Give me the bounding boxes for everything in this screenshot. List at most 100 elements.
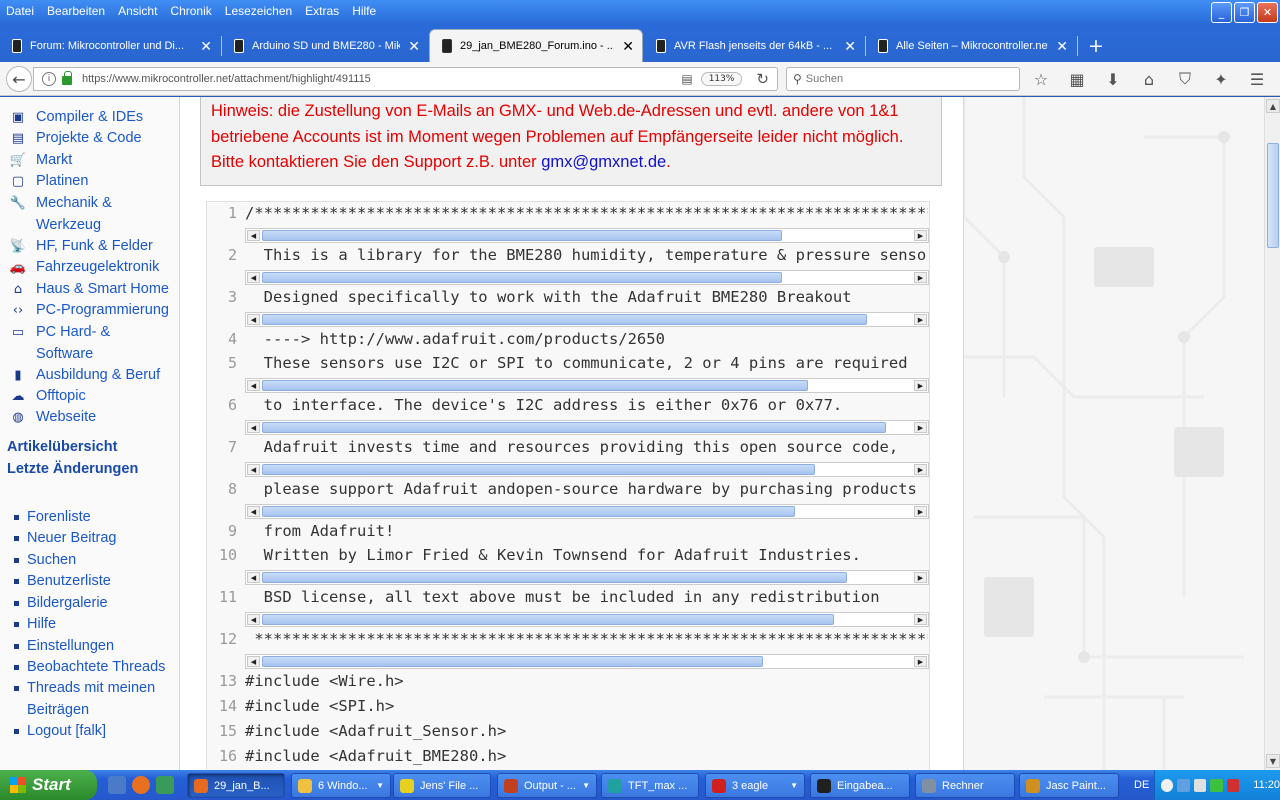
- menu-item-hilfe[interactable]: Hilfe: [352, 4, 376, 18]
- taskbar-button[interactable]: TFT_max ...: [601, 773, 699, 798]
- scroll-right-arrow[interactable]: ▶: [914, 272, 927, 283]
- tray-wifi-icon[interactable]: [1210, 778, 1223, 792]
- taskbar-button[interactable]: Jasc Paint...: [1019, 773, 1119, 798]
- scroll-thumb[interactable]: [262, 380, 808, 391]
- scroll-left-arrow[interactable]: ◀: [247, 464, 260, 475]
- scroll-right-arrow[interactable]: ▶: [914, 614, 927, 625]
- forum-link[interactable]: Neuer Beitrag: [14, 528, 116, 550]
- sidebar-item[interactable]: ☁ Offtopic: [8, 386, 86, 408]
- scroll-thumb[interactable]: [262, 314, 867, 325]
- clock[interactable]: 11:20: [1253, 779, 1280, 791]
- info-icon[interactable]: i: [42, 72, 56, 86]
- search-input[interactable]: [805, 73, 1006, 85]
- scroll-left-arrow[interactable]: ◀: [247, 314, 260, 325]
- search-bar[interactable]: ⚲: [786, 67, 1020, 91]
- browser-tab[interactable]: Arduino SD und BME280 - Mik... ✕: [222, 30, 430, 62]
- code-horizontal-scrollbar[interactable]: ◀ ▶: [245, 654, 929, 669]
- menu-item-chronik[interactable]: Chronik: [170, 4, 211, 18]
- code-horizontal-scrollbar[interactable]: ◀ ▶: [245, 420, 929, 435]
- taskbar-button[interactable]: 3 eagle ▼: [705, 773, 805, 798]
- quick-launch-app-icon[interactable]: [156, 776, 174, 794]
- scroll-left-arrow[interactable]: ◀: [247, 422, 260, 433]
- browser-tab[interactable]: Forum: Mikrocontroller und Di... ✕: [0, 30, 222, 62]
- hamburger-menu-icon[interactable]: ☰: [1246, 67, 1268, 91]
- code-horizontal-scrollbar[interactable]: ◀ ▶: [245, 378, 929, 393]
- code-horizontal-scrollbar[interactable]: ◀ ▶: [245, 462, 929, 477]
- forum-link[interactable]: Einstellungen: [14, 636, 114, 658]
- scroll-right-arrow[interactable]: ▶: [914, 464, 927, 475]
- scroll-thumb[interactable]: [262, 656, 763, 667]
- sidebar-item[interactable]: ‹› PC-Programmierung: [8, 300, 169, 322]
- scroll-left-arrow[interactable]: ◀: [247, 230, 260, 241]
- tab-close-icon[interactable]: ✕: [200, 38, 212, 55]
- page-vertical-scrollbar[interactable]: ▲ ▼: [1264, 97, 1280, 770]
- sidebar-item[interactable]: 🛒 Markt: [8, 150, 72, 172]
- reader-view-icon[interactable]: ▤: [681, 72, 692, 86]
- url-bar[interactable]: i https://www.mikrocontroller.net/attach…: [33, 67, 778, 91]
- forum-link[interactable]: Benutzerliste: [14, 571, 111, 593]
- sidebar-link[interactable]: Letzte Änderungen: [7, 461, 138, 477]
- sidebar-item[interactable]: ◍ Webseite: [8, 407, 96, 429]
- library-icon[interactable]: ▦: [1066, 67, 1088, 91]
- sidebar-item[interactable]: ▢ Platinen: [8, 171, 89, 193]
- sidebar-item[interactable]: ▣ Compiler & IDEs: [8, 107, 143, 129]
- reload-icon[interactable]: ↻: [756, 70, 769, 88]
- menu-item-ansicht[interactable]: Ansicht: [118, 4, 157, 18]
- sidebar-item[interactable]: ▭ PC Hard- & Software: [8, 322, 110, 365]
- code-horizontal-scrollbar[interactable]: ◀ ▶: [245, 504, 929, 519]
- firefox-icon[interactable]: [132, 776, 150, 794]
- scroll-right-arrow[interactable]: ▶: [914, 380, 927, 391]
- menu-item-datei[interactable]: Datei: [6, 4, 34, 18]
- scroll-thumb[interactable]: [262, 230, 782, 241]
- scroll-thumb[interactable]: [262, 506, 795, 517]
- scroll-thumb[interactable]: [262, 614, 834, 625]
- tray-security-icon[interactable]: [1226, 778, 1240, 792]
- url-text[interactable]: https://www.mikrocontroller.net/attachme…: [82, 73, 681, 85]
- taskbar-button[interactable]: Output - ... ▼: [497, 773, 597, 798]
- code-horizontal-scrollbar[interactable]: ◀ ▶: [245, 270, 929, 285]
- tray-volume-icon[interactable]: [1193, 778, 1207, 792]
- start-button[interactable]: Start: [0, 770, 97, 800]
- scroll-left-arrow[interactable]: ◀: [247, 380, 260, 391]
- extension-icon[interactable]: ✦: [1210, 67, 1232, 91]
- sidebar-item[interactable]: 📡 HF, Funk & Felder: [8, 236, 153, 258]
- forum-link[interactable]: Hilfe: [14, 614, 56, 636]
- tab-close-icon[interactable]: ✕: [1056, 38, 1068, 55]
- code-horizontal-scrollbar[interactable]: ◀ ▶: [245, 570, 929, 585]
- taskbar-button[interactable]: 29_jan_B...: [187, 773, 285, 798]
- sidebar-link[interactable]: Artikelübersicht: [7, 439, 117, 455]
- forum-link[interactable]: Beobachtete Threads: [14, 657, 165, 679]
- tray-arrow-icon[interactable]: [1161, 778, 1174, 792]
- browser-tab[interactable]: 29_jan_BME280_Forum.ino - ... ✕: [430, 30, 642, 62]
- taskbar-button[interactable]: Eingabea...: [810, 773, 910, 798]
- browser-tab[interactable]: AVR Flash jenseits der 64kB - ... ✕: [644, 30, 866, 62]
- new-tab-button[interactable]: +: [1088, 30, 1104, 62]
- show-desktop-icon[interactable]: [108, 776, 126, 794]
- forum-link[interactable]: Suchen: [14, 550, 76, 572]
- sidebar-item[interactable]: ▮ Ausbildung & Beruf: [8, 365, 160, 387]
- tray-network-icon[interactable]: [1177, 778, 1190, 792]
- support-email-link[interactable]: gmx@gmxnet.de: [541, 153, 666, 171]
- sidebar-item[interactable]: 🚗 Fahrzeugelektronik: [8, 257, 159, 279]
- scroll-left-arrow[interactable]: ◀: [247, 272, 260, 283]
- forum-link[interactable]: Threads mit meinen Beiträgen: [14, 678, 155, 721]
- taskbar-button[interactable]: 6 Windo... ▼: [291, 773, 391, 798]
- sidebar-item[interactable]: ⌂ Haus & Smart Home: [8, 279, 169, 301]
- menu-item-bearbeiten[interactable]: Bearbeiten: [47, 4, 105, 18]
- scroll-right-arrow[interactable]: ▶: [914, 422, 927, 433]
- code-horizontal-scrollbar[interactable]: ◀ ▶: [245, 228, 929, 243]
- scroll-left-arrow[interactable]: ◀: [247, 614, 260, 625]
- back-button[interactable]: ←: [6, 66, 32, 92]
- scroll-thumb[interactable]: [1267, 143, 1279, 248]
- download-icon[interactable]: ⬇: [1102, 67, 1124, 91]
- close-button[interactable]: ✕: [1257, 2, 1278, 23]
- scroll-thumb[interactable]: [262, 422, 886, 433]
- scroll-right-arrow[interactable]: ▶: [914, 656, 927, 667]
- minimize-button[interactable]: _: [1211, 2, 1232, 23]
- home-icon[interactable]: ⌂: [1138, 67, 1160, 91]
- zoom-level[interactable]: 113%: [700, 72, 743, 86]
- scroll-thumb[interactable]: [262, 464, 815, 475]
- scroll-left-arrow[interactable]: ◀: [247, 506, 260, 517]
- scroll-right-arrow[interactable]: ▶: [914, 572, 927, 583]
- code-horizontal-scrollbar[interactable]: ◀ ▶: [245, 612, 929, 627]
